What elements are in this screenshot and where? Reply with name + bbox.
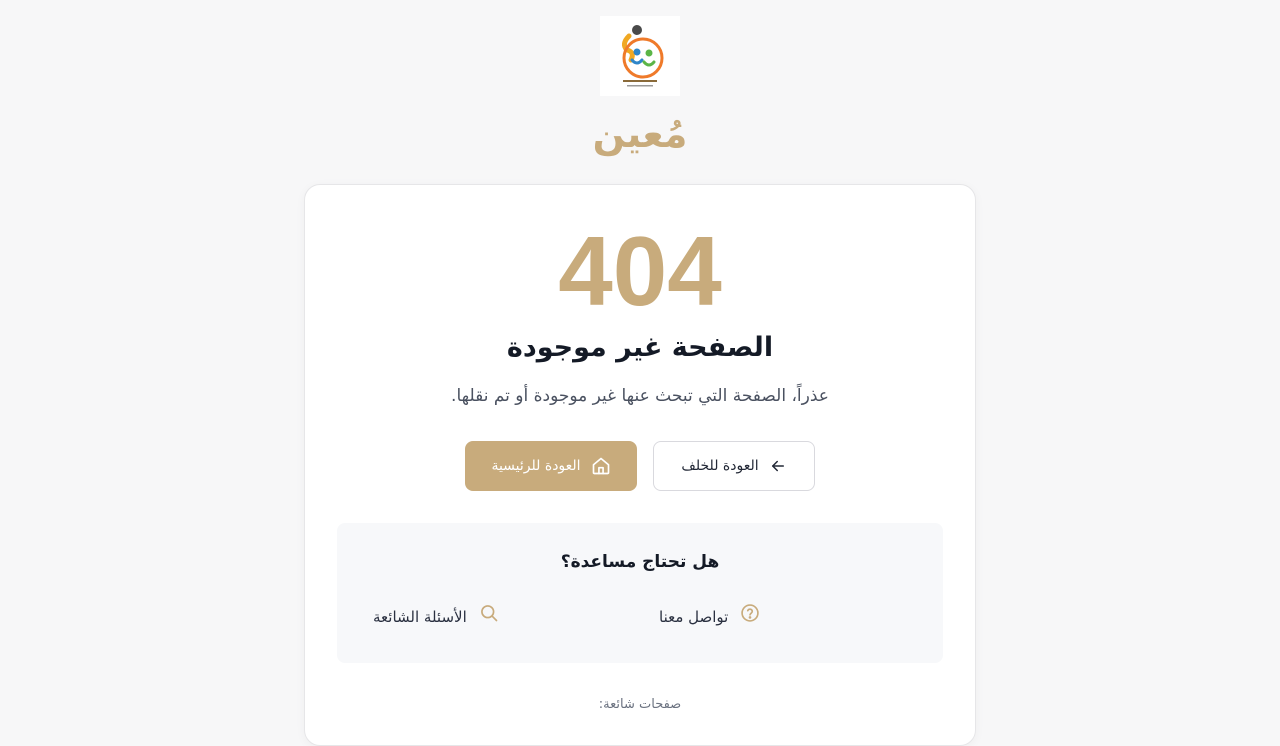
error-title: الصفحة غير موجودة — [506, 332, 774, 363]
error-card: 404 الصفحة غير موجودة عذراً، الصفحة التي… — [304, 184, 976, 746]
contact-link[interactable]: تواصل معنا — [659, 603, 760, 630]
arrow-left-icon — [769, 457, 787, 475]
contact-link-label: تواصل معنا — [659, 607, 729, 626]
back-button-label: العودة للخلف — [681, 458, 759, 474]
error-code: 404 — [558, 216, 722, 326]
back-button[interactable]: العودة للخلف — [653, 441, 815, 491]
faq-link[interactable]: الأسئلة الشائعة — [373, 603, 499, 630]
logo-emblem — [621, 25, 664, 87]
help-title: هل تحتاج مساعدة؟ — [560, 552, 720, 572]
help-panel: هل تحتاج مساعدة؟ تواصل معنا الأسئلة الشا… — [337, 523, 943, 663]
error-description: عذراً، الصفحة التي تبحث عنها غير موجودة … — [451, 386, 829, 406]
logo — [600, 16, 680, 96]
help-circle-icon — [740, 603, 760, 630]
brand-name: مُعين — [592, 112, 688, 156]
home-button[interactable]: العودة للرئيسية — [465, 441, 637, 491]
home-icon — [591, 456, 611, 476]
home-button-label: العودة للرئيسية — [491, 458, 581, 474]
search-icon — [479, 603, 499, 630]
popular-pages-label: صفحات شائعة: — [598, 697, 682, 712]
faq-link-label: الأسئلة الشائعة — [373, 607, 467, 626]
